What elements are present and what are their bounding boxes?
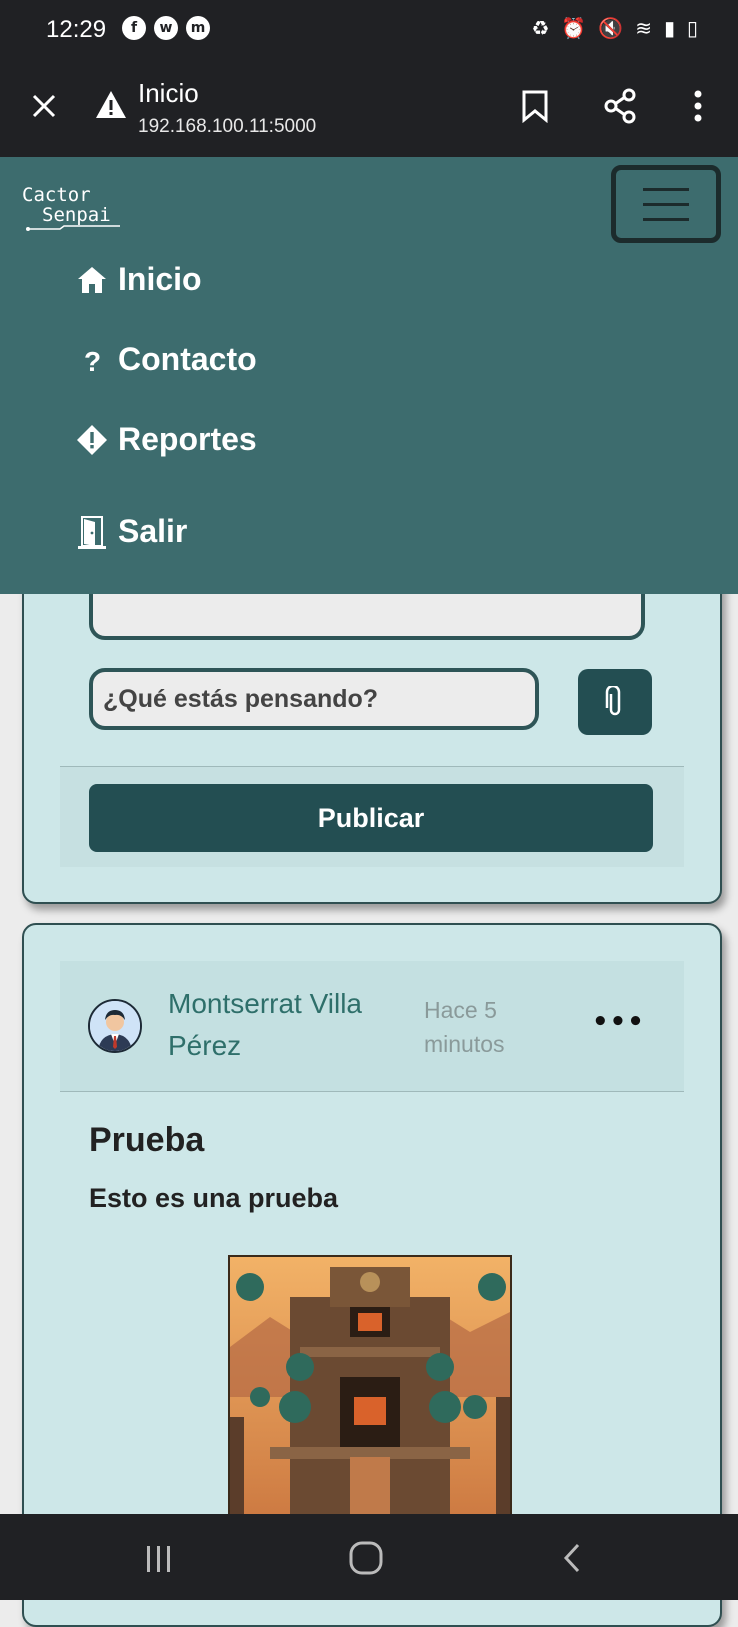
url-text[interactable]: 192.168.100.11:5000 [138,116,316,138]
post-image[interactable] [228,1255,512,1549]
mute-icon: 🔇 [598,16,624,40]
home-icon [76,264,108,296]
nav-label: Salir [118,513,188,549]
messenger-icon: m [186,16,210,40]
nav-label: Inicio [118,261,202,297]
post-divider [60,1091,684,1092]
avatar[interactable] [88,999,142,1053]
status-time: 12:29 [46,16,107,43]
wifi-icon: ≋ [635,16,652,40]
navbar-menu: Cactor Senpai Inicio ? Contacto Reportes… [0,157,738,594]
page-title: Inicio [138,78,199,108]
alarm-icon: ⏰ [561,16,587,40]
nav-item-contacto[interactable]: ? Contacto [76,341,257,378]
door-icon [76,515,108,549]
post-header: Montserrat Villa Pérez Hace 5 minutos ••… [60,961,684,1091]
menu-toggle-button[interactable] [611,165,721,243]
signal-icon: ▮ [663,16,675,40]
svg-text:?: ? [84,346,101,375]
question-icon: ? [76,344,108,376]
notification-icons: f w m [122,16,210,40]
post-body: Esto es una prueba [89,1183,339,1213]
brand-line1: Cactor [22,184,91,206]
nav-item-salir[interactable]: Salir [76,513,187,550]
brand-logo[interactable]: Cactor Senpai [20,177,130,241]
post-title: Prueba [89,1121,205,1159]
nav-label: Contacto [118,341,257,377]
post-input[interactable]: ¿Qué estás pensando? [89,668,539,730]
nav-item-inicio[interactable]: Inicio [76,261,202,298]
bookmark-icon[interactable] [515,86,555,126]
attach-button[interactable] [578,669,652,735]
browser-toolbar: Inicio 192.168.100.11:5000 [0,62,738,157]
home-nav-icon[interactable] [348,1540,384,1576]
nav-label: Reportes [118,421,257,457]
recents-icon[interactable] [144,1544,174,1574]
warning-icon[interactable] [94,88,128,122]
post-options-button[interactable]: ••• [592,1007,645,1037]
system-nav-bar [0,1514,738,1600]
facebook-icon: f [122,16,146,40]
share-icon[interactable] [600,86,640,126]
battery-saver-icon: ♻ [531,16,550,40]
back-icon[interactable] [560,1542,584,1574]
paperclip-icon [605,686,621,716]
post-timestamp: Hace 5 minutos [424,997,505,1057]
more-vert-icon[interactable] [678,86,718,126]
status-bar: 12:29 f w m ♻ ⏰ 🔇 ≋ ▮ ▯ [0,0,738,62]
brand-line2: Senpai [42,204,111,226]
battery-icon: ▯ [686,16,698,40]
publish-button[interactable]: Publicar [89,784,653,852]
system-icons: ♻ ⏰ 🔇 ≋ ▮ ▯ [531,16,698,40]
nav-item-reportes[interactable]: Reportes [76,421,257,458]
close-icon[interactable] [26,88,62,124]
whatsapp-icon: w [154,16,178,40]
warning-diamond-icon [76,424,108,456]
post-author[interactable]: Montserrat Villa Pérez [168,983,408,1067]
